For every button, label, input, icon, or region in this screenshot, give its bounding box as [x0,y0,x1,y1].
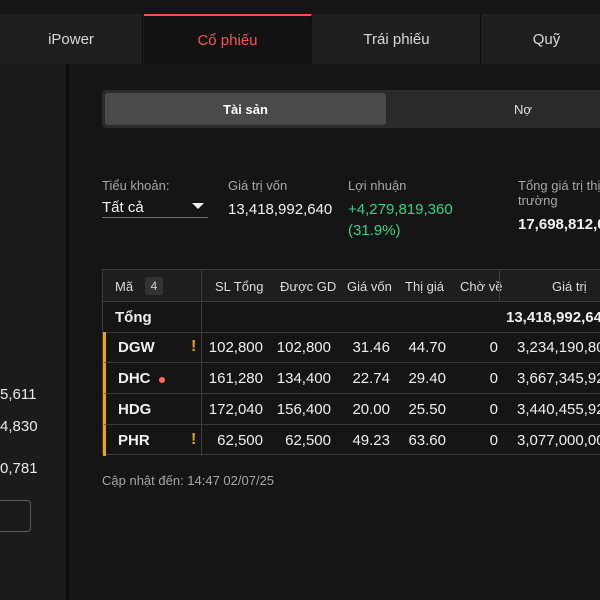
cost-price: 49.23 [352,432,390,449]
warning-icon[interactable]: ! [191,431,196,449]
capital-label: Giá trị vốn [228,178,288,193]
holdings-table: Mã 4 SL Tổng Được GD Giá vốn Thị giá Chờ… [102,269,600,456]
left-panel: 5,611 4,830 0,781 [0,64,66,600]
panel-divider[interactable] [66,64,69,600]
count-badge: 4 [145,277,163,295]
pending-qty: 0 [489,401,498,418]
account-label: Tiểu khoản: [102,178,170,193]
total-qty: 172,040 [208,401,263,418]
market-price: 25.50 [408,401,446,418]
position-value: 3,234,190,80 [517,339,600,356]
col-pending[interactable]: Chờ về [460,270,503,302]
column-divider [201,394,202,425]
table-row[interactable]: PHR ! 62,500 62,500 49.23 63.60 0 3,077,… [103,425,600,456]
left-value-1: 5,611 [0,386,37,403]
left-value-2: 4,830 [0,418,38,435]
profit-label: Lợi nhuận [348,178,407,193]
col-tradable[interactable]: Được GD [280,270,336,302]
ticker[interactable]: PHR [118,425,150,456]
status-dot-icon [159,377,165,383]
total-label: Tổng [115,309,152,326]
total-value: 13,418,992,64 [506,309,600,326]
tradable-qty: 134,400 [276,370,331,387]
col-ticker[interactable]: Mã [115,270,133,302]
asset-debt-toggle: Tài sản Nợ [102,90,600,128]
col-total-qty[interactable]: SL Tổng [215,270,263,302]
total-qty: 161,280 [208,370,263,387]
position-value: 3,440,455,92 [517,401,600,418]
tradable-qty: 102,800 [276,339,331,356]
column-divider [201,425,202,456]
col-cost[interactable]: Giá vốn [347,270,392,302]
column-divider [201,332,202,363]
profit-value: +4,279,819,360 [348,201,453,218]
position-value: 3,667,345,92 [517,370,600,387]
table-row[interactable]: DHC 161,280 134,400 22.74 29.40 0 3,667,… [103,363,600,394]
col-market-price[interactable]: Thị giá [405,270,444,302]
market-value: 17,698,812,0 [518,216,600,233]
pending-qty: 0 [489,432,498,449]
total-qty: 62,500 [217,432,263,449]
total-qty: 102,800 [208,339,263,356]
ticker[interactable]: HDG [118,394,151,425]
tab-stocks[interactable]: Cổ phiếu [144,14,312,64]
tab-funds[interactable]: Quỹ [482,14,600,64]
tab-ipower[interactable]: iPower [0,14,143,64]
position-value: 3,077,000,00 [517,432,600,449]
capital-value: 13,418,992,640 [228,201,333,218]
table-row[interactable]: DGW ! 102,800 102,800 31.46 44.70 0 3,23… [103,332,600,363]
pending-qty: 0 [489,370,498,387]
last-updated: Cập nhật đến: 14:47 02/07/25 [102,473,275,488]
column-divider [201,302,202,333]
column-divider [201,363,202,394]
market-price: 29.40 [408,370,446,387]
market-price: 63.60 [408,432,446,449]
market-value-label: Tổng giá trị thị [518,178,600,193]
table-row[interactable]: HDG 172,040 156,400 20.00 25.50 0 3,440,… [103,394,600,425]
cost-price: 22.74 [352,370,390,387]
profit-percent: (31.9%) [348,222,401,239]
left-panel-button[interactable] [0,500,31,532]
account-value[interactable]: Tất cả [102,199,144,216]
segment-assets[interactable]: Tài sản [105,93,386,125]
market-price: 44.70 [408,339,446,356]
chevron-down-icon[interactable] [192,203,204,209]
market-value-label-cont: trường [518,193,558,208]
tradable-qty: 62,500 [285,432,331,449]
left-value-3: 0,781 [0,460,38,477]
column-divider [201,270,202,302]
tab-bar: iPower Cổ phiếu Trái phiếu Quỹ [0,14,600,64]
column-divider [499,270,500,302]
col-value[interactable]: Giá trị [552,270,587,302]
cost-price: 31.46 [352,339,390,356]
pending-qty: 0 [489,339,498,356]
total-row: Tổng 13,418,992,64 [103,302,600,333]
tradable-qty: 156,400 [276,401,331,418]
cost-price: 20.00 [352,401,390,418]
warning-icon[interactable]: ! [191,338,196,356]
tab-bonds[interactable]: Trái phiếu [313,14,481,64]
segment-debt[interactable]: Nợ [388,93,600,125]
ticker[interactable]: DGW [118,332,155,363]
ticker[interactable]: DHC [118,363,151,394]
